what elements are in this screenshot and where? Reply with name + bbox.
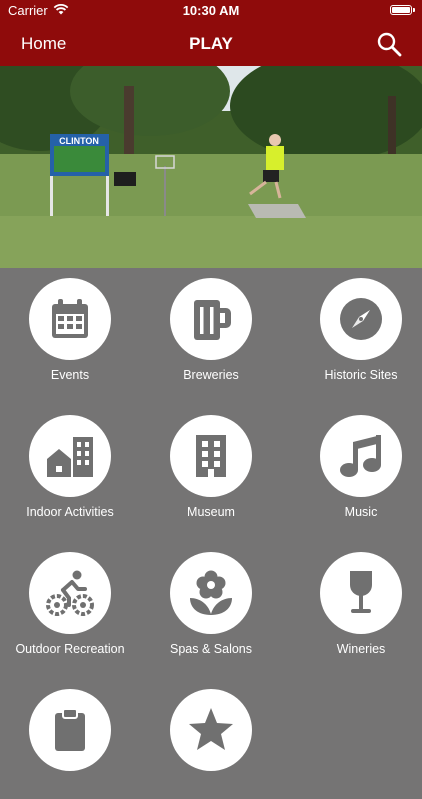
tile-wineries-circle — [320, 552, 402, 634]
calendar-icon — [52, 299, 88, 338]
star-icon — [189, 708, 233, 750]
wine-glass-icon — [350, 571, 372, 613]
search-icon[interactable] — [376, 31, 402, 57]
status-time: 10:30 AM — [182, 3, 240, 18]
tile-events[interactable]: Events — [0, 268, 140, 388]
tile-partial-star-circle — [170, 689, 252, 771]
tile-historic-sites-label: Historic Sites — [324, 368, 398, 382]
cyclist-icon — [46, 570, 94, 616]
tile-music[interactable]: Music — [291, 405, 422, 525]
buildings-icon — [47, 437, 93, 477]
tile-wineries-label: Wineries — [336, 642, 386, 656]
category-grid: Events Breweries Historic Sites Indoor A… — [0, 268, 422, 771]
hero-image: CLINTON — [0, 66, 422, 268]
tile-museum[interactable]: Museum — [141, 405, 281, 525]
tile-partial-star[interactable] — [141, 679, 281, 799]
tile-partial-clipboard-circle — [29, 689, 111, 771]
tile-indoor-activities[interactable]: Indoor Activities — [0, 405, 140, 525]
flower-icon — [190, 570, 232, 615]
tile-events-label: Events — [50, 368, 90, 382]
hero-photo: CLINTON — [0, 66, 422, 268]
beer-mug-icon — [194, 300, 231, 340]
tile-music-label: Music — [344, 505, 378, 519]
tile-music-circle — [320, 415, 402, 497]
navigation-bar: Home PLAY — [0, 22, 422, 66]
tile-partial-clipboard[interactable] — [0, 679, 140, 799]
tile-breweries-label: Breweries — [183, 368, 239, 382]
tile-events-circle — [29, 278, 111, 360]
tile-museum-label: Museum — [187, 505, 235, 519]
tile-indoor-activities-circle — [29, 415, 111, 497]
building-icon — [196, 435, 226, 477]
clipboard-icon — [55, 708, 85, 751]
tile-historic-sites-circle — [320, 278, 402, 360]
tile-outdoor-recreation[interactable]: Outdoor Recreation — [0, 542, 140, 662]
tile-museum-circle — [170, 415, 252, 497]
tile-wineries[interactable]: Wineries — [291, 542, 422, 662]
tile-outdoor-recreation-circle — [29, 552, 111, 634]
tile-breweries[interactable]: Breweries — [141, 268, 281, 388]
tile-spas-salons[interactable]: Spas & Salons — [141, 542, 281, 662]
compass-icon — [340, 298, 382, 340]
tile-outdoor-recreation-label: Outdoor Recreation — [15, 642, 125, 656]
tile-spas-salons-circle — [170, 552, 252, 634]
status-bar: Carrier 10:30 AM — [0, 0, 422, 22]
music-note-icon — [340, 435, 381, 477]
hero-sign-text: CLINTON — [59, 136, 99, 146]
tile-spas-salons-label: Spas & Salons — [170, 642, 252, 656]
tile-historic-sites[interactable]: Historic Sites — [291, 268, 422, 388]
tile-breweries-circle — [170, 278, 252, 360]
battery-icon — [390, 5, 415, 15]
page-title: PLAY — [189, 34, 233, 53]
tile-indoor-activities-label: Indoor Activities — [26, 505, 114, 519]
